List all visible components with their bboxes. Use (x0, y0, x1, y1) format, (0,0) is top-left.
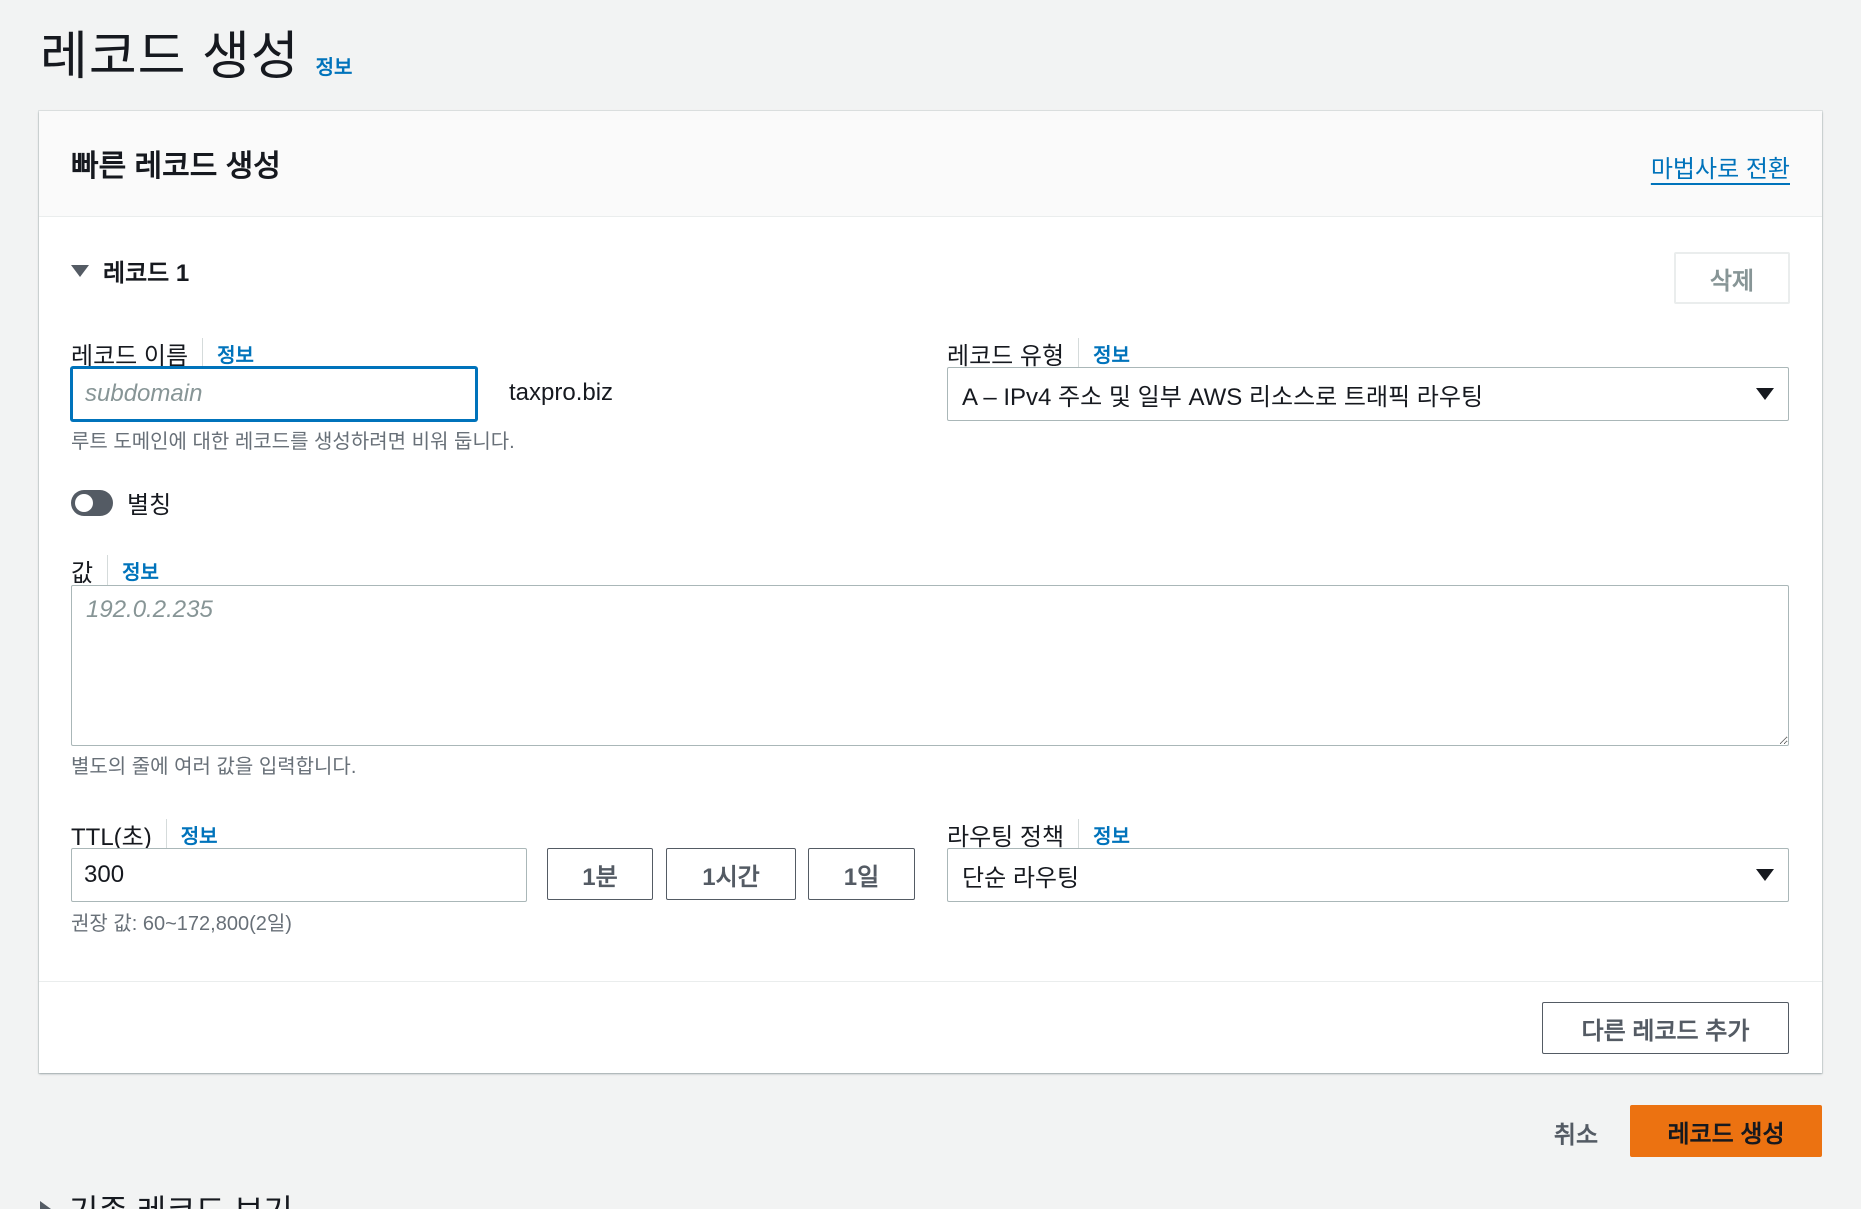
domain-suffix: taxpro.biz (509, 379, 614, 406)
page-title: 레코드 생성 (40, 28, 300, 86)
page-info-link[interactable]: 정보 (316, 51, 353, 80)
chevron-down-icon (1756, 388, 1774, 400)
record-name-input[interactable] (71, 367, 477, 421)
ttl-label: TTL(초) 정보 (71, 817, 218, 852)
add-another-record-button[interactable]: 다른 레코드 추가 (1542, 1002, 1789, 1054)
alias-toggle-row: 별칭 (71, 485, 171, 520)
record-type-label: 레코드 유형 정보 (947, 336, 1130, 371)
record-section-toggle[interactable]: 레코드 1 (71, 253, 189, 288)
value-label-text: 값 (71, 560, 94, 587)
record-type-value: A – IPv4 주소 및 일부 AWS 리소스로 트래픽 라우팅 (962, 383, 1484, 411)
cancel-button[interactable]: 취소 (1516, 1107, 1636, 1157)
record-type-info-link[interactable]: 정보 (1093, 339, 1130, 368)
routing-policy-select[interactable]: 단순 라우팅 (947, 848, 1789, 902)
routing-policy-label-text: 라우팅 정책 (947, 824, 1065, 851)
alias-toggle[interactable] (71, 489, 113, 516)
caret-down-icon (71, 264, 89, 277)
quick-create-card: 빠른 레코드 생성 마법사로 전환 레코드 1 삭제 레코드 이름 정보 tax… (39, 111, 1822, 1073)
routing-policy-info-link[interactable]: 정보 (1093, 820, 1130, 849)
ttl-label-text: TTL(초) (71, 824, 152, 851)
toggle-knob (75, 493, 93, 512)
routing-policy-value: 단순 라우팅 (962, 864, 1080, 892)
value-textarea[interactable] (71, 585, 1789, 746)
value-hint: 별도의 줄에 여러 값을 입력합니다. (71, 756, 357, 778)
switch-to-wizard-link[interactable]: 마법사로 전환 (1651, 149, 1790, 184)
label-divider (1078, 337, 1080, 370)
label-divider (107, 554, 109, 587)
ttl-1-day-button[interactable]: 1일 (808, 848, 915, 900)
label-divider (1078, 818, 1080, 851)
value-label: 값 정보 (71, 553, 159, 588)
view-existing-records-label: 기존 레코드 보기 (69, 1186, 293, 1209)
ttl-1-minute-button[interactable]: 1분 (547, 848, 653, 900)
record-name-info-link[interactable]: 정보 (217, 339, 254, 368)
alias-label: 별칭 (127, 492, 172, 519)
label-divider (165, 818, 167, 851)
record-name-label: 레코드 이름 정보 (71, 336, 254, 371)
create-records-button[interactable]: 레코드 생성 (1630, 1105, 1822, 1157)
record-name-label-text: 레코드 이름 (71, 343, 189, 370)
view-existing-records-toggle[interactable]: 기존 레코드 보기 (40, 1186, 293, 1209)
ttl-hint: 권장 값: 60~172,800(2일) (71, 913, 292, 935)
ttl-input[interactable] (71, 848, 527, 902)
record-type-label-text: 레코드 유형 (947, 343, 1065, 370)
record-name-hint: 루트 도메인에 대한 레코드를 생성하려면 비워 둡니다. (71, 431, 515, 453)
record-type-select[interactable]: A – IPv4 주소 및 일부 AWS 리소스로 트래픽 라우팅 (947, 367, 1789, 421)
label-divider (202, 337, 204, 370)
page-header: 레코드 생성 정보 (40, 14, 352, 89)
ttl-info-link[interactable]: 정보 (181, 820, 218, 849)
card-header: 빠른 레코드 생성 마법사로 전환 (39, 111, 1822, 217)
delete-record-button[interactable]: 삭제 (1674, 252, 1790, 304)
card-footer-divider (39, 981, 1822, 982)
ttl-1-hour-button[interactable]: 1시간 (666, 848, 796, 900)
card-title: 빠른 레코드 생성 (71, 150, 281, 183)
value-info-link[interactable]: 정보 (122, 556, 159, 585)
routing-policy-label: 라우팅 정책 정보 (947, 817, 1130, 852)
caret-right-icon (40, 1201, 51, 1209)
chevron-down-icon (1756, 869, 1774, 881)
record-section-label: 레코드 1 (103, 260, 190, 287)
